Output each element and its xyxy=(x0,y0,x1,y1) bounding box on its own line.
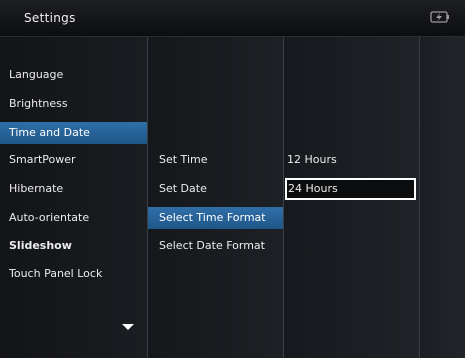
menu-item-hibernate[interactable]: Hibernate xyxy=(0,178,147,200)
battery-charging-icon xyxy=(430,11,449,23)
option-24-hours[interactable]: 24 Hours xyxy=(285,178,416,200)
menu-item-time-and-date[interactable]: Time and Date xyxy=(0,122,147,144)
menu-item-language[interactable]: Language xyxy=(0,64,147,86)
submenu-item-select-time-format[interactable]: Select Time Format xyxy=(148,207,283,229)
submenu-item-set-time[interactable]: Set Time xyxy=(148,149,283,171)
time-date-submenu-column: Set Time Set Date Select Time Format Sel… xyxy=(148,37,284,358)
page-title: Settings xyxy=(24,11,76,25)
menu-item-touch-panel-lock[interactable]: Touch Panel Lock xyxy=(0,263,147,285)
empty-column xyxy=(420,37,465,358)
settings-menu-column: Language Brightness Time and Date SmartP… xyxy=(0,37,148,358)
menu-item-slideshow[interactable]: Slideshow xyxy=(0,235,147,257)
menu-item-auto-orientate[interactable]: Auto-orientate xyxy=(0,207,147,229)
title-bar: Settings xyxy=(0,0,465,37)
submenu-item-set-date[interactable]: Set Date xyxy=(148,178,283,200)
time-format-options-column: 12 Hours 24 Hours xyxy=(284,37,420,358)
submenu-item-select-date-format[interactable]: Select Date Format xyxy=(148,235,283,257)
menu-item-brightness[interactable]: Brightness xyxy=(0,93,147,115)
option-12-hours[interactable]: 12 Hours xyxy=(284,149,419,171)
menu-item-smartpower[interactable]: SmartPower xyxy=(0,149,147,171)
settings-screen: Settings Language Brightness Time and Da… xyxy=(0,0,465,358)
chevron-down-icon[interactable] xyxy=(122,324,134,330)
